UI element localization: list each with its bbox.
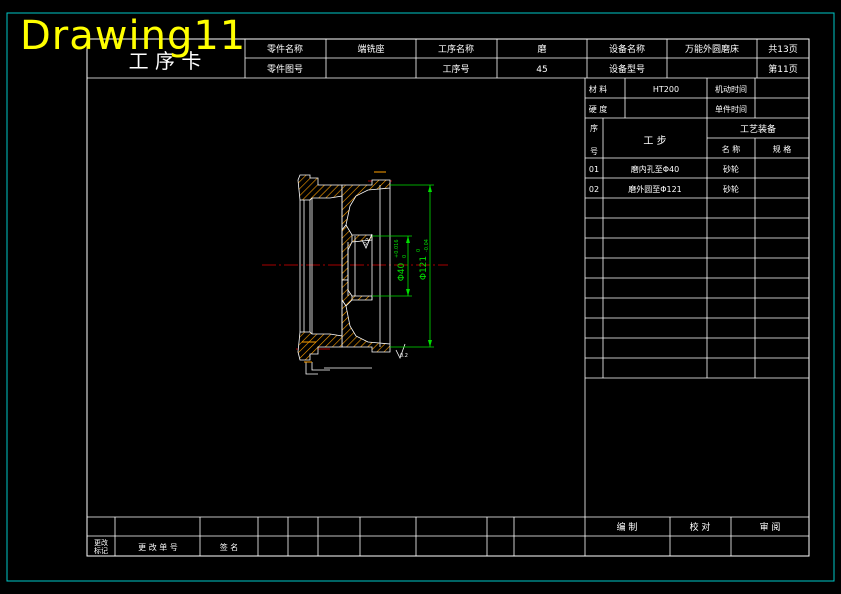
seq-label-top: 序 — [590, 123, 598, 133]
equip-model-label: 设备型号 — [609, 63, 645, 75]
step-2-no: 02 — [589, 185, 599, 194]
dim-outer: Φ121 — [419, 256, 429, 280]
step-1-desc: 磨内孔至Φ40 — [631, 164, 679, 174]
equip-name-label: 设备名称 — [609, 43, 645, 55]
dim-inner: Φ40 — [397, 262, 407, 281]
material-value: HT200 — [653, 85, 679, 94]
tool-name-label: 名 称 — [722, 144, 741, 154]
section-top-flange — [341, 179, 391, 232]
total-pages: 共13页 — [768, 44, 797, 55]
part-name-value: 端铣座 — [357, 43, 384, 55]
material-label: 材 料 — [589, 84, 608, 94]
sign-label: 签 名 — [220, 542, 239, 552]
section-bottom-wall — [297, 331, 343, 361]
op-name-value: 磨 — [537, 44, 546, 55]
step-2-desc: 磨外圆至Φ121 — [628, 184, 682, 194]
check-label: 校 对 — [690, 521, 711, 533]
compile-label: 编 制 — [617, 521, 638, 533]
process-table — [584, 78, 809, 517]
op-no-label: 工序号 — [442, 63, 469, 75]
step-1-no: 01 — [589, 165, 599, 174]
equipment-label: 工艺装备 — [740, 123, 776, 135]
title-frame — [86, 38, 810, 557]
tool-spec-label: 规 格 — [773, 144, 792, 154]
seq-label-bottom: 号 — [590, 147, 598, 156]
drawing-sheet: 工 序 卡 零件名称 端铣座 零件图号 工序名称 磨 工序号 45 设备名称 万… — [6, 12, 835, 582]
review-label: 审 阅 — [760, 521, 781, 533]
section-hub-top — [341, 224, 373, 281]
equip-name-value: 万能外圆磨床 — [685, 43, 739, 55]
step-1-tool: 砂轮 — [723, 164, 739, 174]
section-hub-bottom — [341, 279, 373, 307]
dim-inner-tol-low: 0 — [402, 255, 408, 258]
change-mark-label-1: 更改 — [94, 538, 108, 547]
change-doc-label: 更 改 单 号 — [138, 542, 178, 552]
change-mark-label-2: 标记 — [94, 546, 108, 555]
part-no-label: 零件图号 — [267, 63, 303, 75]
watermark-title: Drawing11 — [20, 13, 247, 59]
section-bottom-flange — [341, 298, 391, 353]
step-label: 工 步 — [643, 135, 666, 147]
step-2-tool: 砂轮 — [723, 184, 739, 194]
roughness-value-bottom: 0.2 — [400, 353, 408, 359]
page-number: 第11页 — [768, 63, 797, 75]
dim-outer-tol: 0 — [416, 249, 422, 252]
dim-outer-tol-low: -0.04 — [424, 239, 430, 252]
unit-time-label: 单件时间 — [715, 104, 747, 114]
dim-inner-tol: +0.016 — [394, 239, 400, 258]
part-name-label: 零件名称 — [267, 43, 303, 55]
section-top-wall — [297, 174, 343, 201]
op-no-value: 45 — [536, 65, 547, 75]
hardness-label: 硬 度 — [589, 104, 608, 114]
machine-time-label: 机动时间 — [715, 84, 747, 94]
op-name-label: 工序名称 — [438, 43, 474, 55]
